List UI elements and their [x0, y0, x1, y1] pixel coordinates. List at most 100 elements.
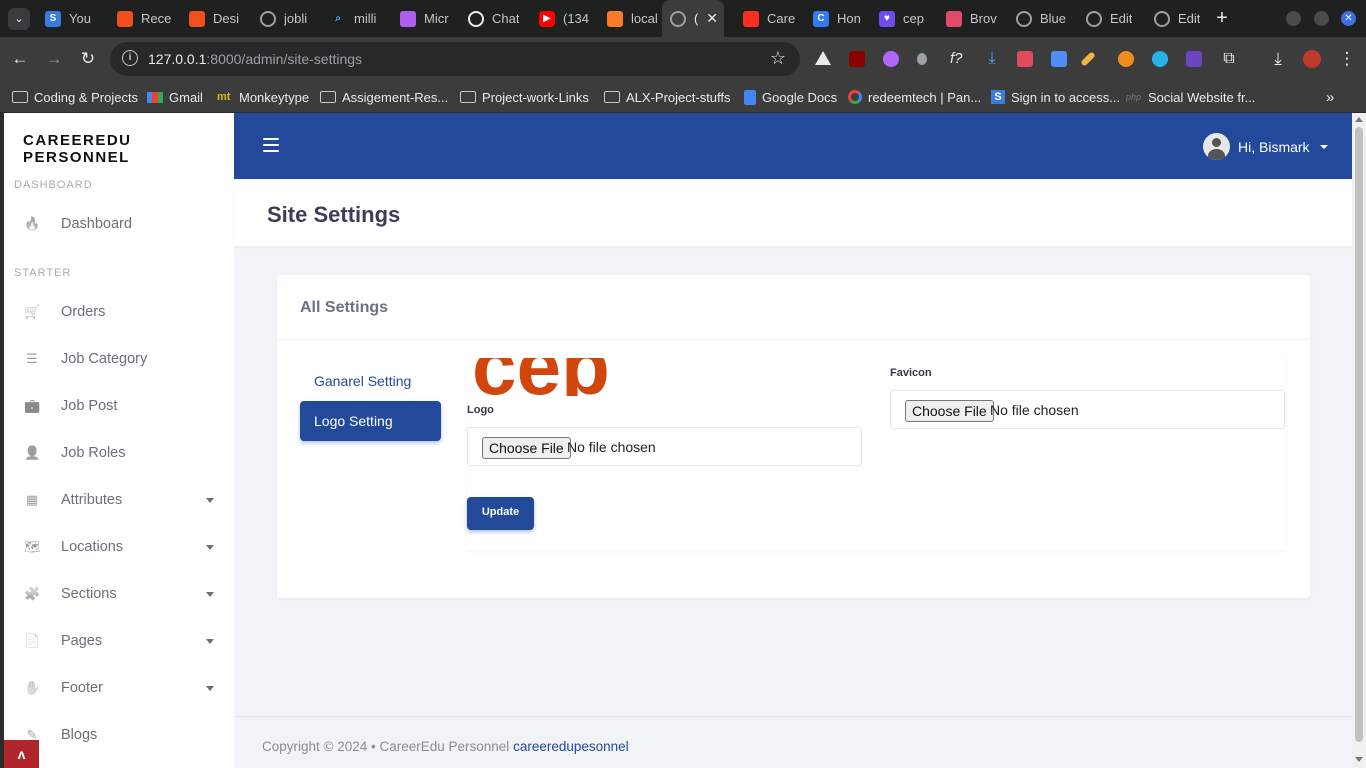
- browser-tab[interactable]: ▶ (134: [531, 0, 597, 37]
- bookmark-google-docs[interactable]: Google Docs: [744, 87, 837, 107]
- back-icon[interactable]: ←: [10, 49, 30, 69]
- caret-down-icon[interactable]: [1319, 144, 1328, 149]
- hand-icon: ✋: [24, 680, 41, 695]
- extension-fontface-icon[interactable]: f?: [950, 51, 966, 67]
- minimize-button[interactable]: [1286, 11, 1301, 26]
- tab-logo-setting[interactable]: Logo Setting: [300, 401, 441, 441]
- sidebar-item-pages[interactable]: 📄 Pages: [4, 623, 234, 659]
- site-info-icon[interactable]: i: [122, 50, 138, 66]
- menu-toggle-icon[interactable]: [263, 138, 279, 152]
- extension-pencil-icon[interactable]: [1080, 51, 1096, 67]
- browser-tab[interactable]: (✕: [662, 0, 724, 37]
- caret-down-icon[interactable]: [206, 685, 214, 691]
- browser-tab[interactable]: ⌕ milli: [322, 0, 388, 37]
- bookmark-monkeytype[interactable]: mt Monkeytype: [217, 87, 309, 107]
- extension-orange-icon[interactable]: [1118, 51, 1134, 67]
- avatar[interactable]: [1203, 133, 1230, 160]
- sidebar-item-locations[interactable]: 🗺 Locations: [4, 529, 234, 565]
- bookmark-assigement[interactable]: Assigement-Res...: [320, 87, 448, 107]
- sidebar-item-job-post[interactable]: 💼 Job Post: [4, 388, 234, 424]
- bookmark-alx-project-stuffs[interactable]: ALX-Project-stuffs: [604, 87, 731, 107]
- scroll-up-arrow-icon[interactable]: [1355, 117, 1363, 122]
- settings-card: All Settings Ganarel Setting Logo Settin…: [277, 275, 1310, 598]
- user-menu[interactable]: Hi, Bismark: [1203, 133, 1328, 160]
- extension-grid-icon[interactable]: [1186, 51, 1202, 67]
- sidebar-item-job-roles[interactable]: 👤 Job Roles: [4, 435, 234, 471]
- tab-title: Desi: [213, 11, 240, 26]
- brand-logo[interactable]: CAREEREDU PERSONNEL: [23, 132, 234, 166]
- bookmark-coding-projects[interactable]: Coding & Projects: [12, 87, 138, 107]
- browser-tab[interactable]: Rece: [109, 0, 175, 37]
- logo-file-input[interactable]: Choose File No file chosen: [467, 427, 862, 466]
- browser-tab[interactable]: Care: [735, 0, 801, 37]
- browser-tab[interactable]: Edit: [1146, 0, 1212, 37]
- url-text[interactable]: 127.0.0.1:8000/admin/site-settings: [148, 51, 362, 67]
- close-window-button[interactable]: ✕: [1341, 11, 1356, 26]
- tab-favicon-icon: [946, 10, 962, 27]
- new-tab-button[interactable]: +: [1211, 7, 1233, 29]
- tab-search-button[interactable]: ⌄: [8, 8, 30, 30]
- bookmark-project-work-links[interactable]: Project-work-Links: [460, 87, 589, 107]
- maximize-button[interactable]: [1314, 11, 1329, 26]
- update-button[interactable]: Update: [467, 497, 534, 530]
- downloads-icon[interactable]: ⤓: [1268, 49, 1288, 69]
- extension-ublock-icon[interactable]: [849, 51, 865, 67]
- bookmark-gmail[interactable]: Gmail: [147, 87, 203, 107]
- bookmark-sign-in[interactable]: S Sign in to access...: [991, 87, 1120, 107]
- extensions-puzzle-icon[interactable]: ⧉: [1219, 49, 1239, 69]
- extension-pen-icon[interactable]: [883, 51, 899, 67]
- browser-tab[interactable]: jobli: [252, 0, 318, 37]
- forward-icon[interactable]: →: [44, 49, 64, 69]
- caret-down-icon[interactable]: [206, 638, 214, 644]
- sidebar-item-sections[interactable]: 🧩 Sections: [4, 576, 234, 612]
- browser-tab[interactable]: Desi: [181, 0, 247, 37]
- sidebar-item-footer[interactable]: ✋ Footer: [4, 670, 234, 706]
- user-greeting[interactable]: Hi, Bismark: [1238, 139, 1310, 155]
- scroll-thumb[interactable]: [1355, 127, 1363, 742]
- browser-tab[interactable]: ♥ cep: [871, 0, 937, 37]
- address-bar[interactable]: i 127.0.0.1:8000/admin/site-settings ☆: [110, 42, 800, 76]
- tab-favicon-icon: ⌕: [335, 12, 341, 24]
- tab-favicon-icon: [607, 10, 623, 27]
- caret-down-icon[interactable]: [206, 497, 214, 503]
- sidebar-item-label: Sections: [61, 586, 117, 602]
- extension-colorpicker-icon[interactable]: [1152, 51, 1168, 67]
- extension-download-icon[interactable]: ⤓: [984, 51, 1000, 67]
- browser-menu-icon[interactable]: ⋮: [1337, 49, 1357, 69]
- tab-favicon-icon: ▶: [539, 10, 555, 27]
- bookmark-redeemtech[interactable]: redeemtech | Pan...: [848, 87, 981, 107]
- extension-docs-icon[interactable]: [1051, 51, 1067, 67]
- profile-avatar-icon[interactable]: [1303, 50, 1321, 68]
- sidebar-item-orders[interactable]: 🛒 Orders: [4, 294, 234, 330]
- footer-link[interactable]: careeredupesonnel: [513, 739, 629, 754]
- caret-down-icon[interactable]: [206, 591, 214, 597]
- bookmark-social-website[interactable]: php Social Website fr...: [1126, 87, 1255, 107]
- extension-dropper-icon[interactable]: [917, 53, 927, 65]
- favicon-choose-file-button[interactable]: Choose File: [905, 400, 994, 422]
- browser-tab[interactable]: Chat: [460, 0, 526, 37]
- browser-tab[interactable]: S You: [37, 0, 103, 37]
- bookmark-star-icon[interactable]: ☆: [770, 48, 786, 69]
- browser-tab[interactable]: Blue: [1008, 0, 1074, 37]
- reload-icon[interactable]: ↻: [78, 49, 98, 69]
- browser-tab[interactable]: Edit: [1078, 0, 1144, 37]
- browser-tab[interactable]: local: [599, 0, 665, 37]
- extension-vercel-icon[interactable]: [815, 51, 831, 65]
- tab-close-icon[interactable]: ✕: [706, 10, 718, 27]
- favicon-file-input[interactable]: Choose File No file chosen: [890, 390, 1285, 429]
- tab-general-setting[interactable]: Ganarel Setting: [300, 361, 441, 401]
- extension-reader-icon[interactable]: [1017, 51, 1033, 67]
- caret-down-icon[interactable]: [206, 544, 214, 550]
- logo-choose-file-button[interactable]: Choose File: [482, 437, 571, 459]
- sidebar-item-attributes[interactable]: ▦ Attributes: [4, 482, 234, 518]
- page-scrollbar[interactable]: [1352, 113, 1366, 768]
- sidebar-item-job-category[interactable]: ☰ Job Category: [4, 341, 234, 377]
- browser-tab[interactable]: C Hon: [805, 0, 871, 37]
- tab-favicon-icon: [1154, 10, 1170, 27]
- browser-tab[interactable]: Micr: [392, 0, 458, 37]
- sidebar-item-dashboard[interactable]: 🔥 Dashboard: [4, 206, 234, 242]
- more-bookmarks-icon[interactable]: »: [1326, 87, 1334, 107]
- laravel-debugbar-icon[interactable]: ʌ: [4, 740, 39, 768]
- scroll-down-arrow-icon[interactable]: [1355, 757, 1363, 762]
- browser-tab[interactable]: Brov: [938, 0, 1004, 37]
